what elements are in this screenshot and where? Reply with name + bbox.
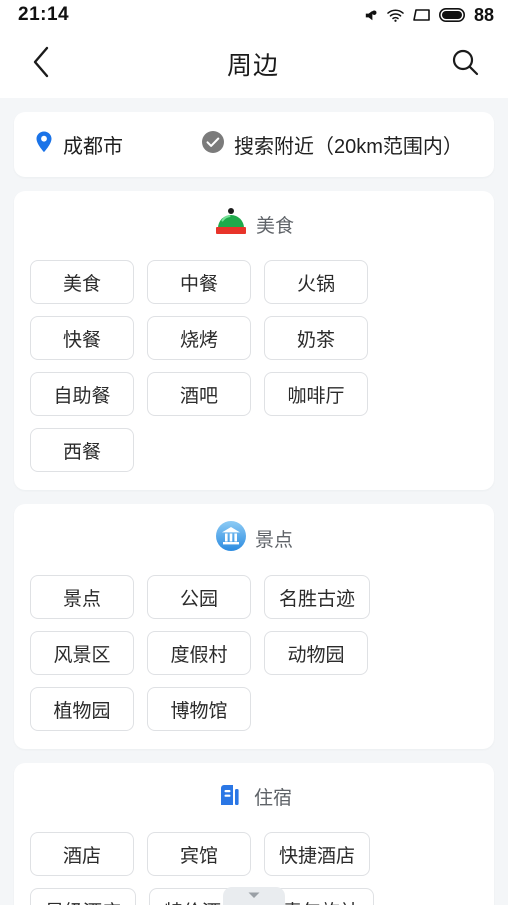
page-title: 周边 xyxy=(226,52,279,80)
city-selector[interactable]: 成都市 xyxy=(34,130,123,159)
tag-item[interactable]: 动物园 xyxy=(264,631,368,675)
tag-item[interactable]: 宾馆 xyxy=(147,832,251,876)
nearby-label: 搜索附近（20km范围内） xyxy=(234,136,463,158)
tag-item[interactable]: 景点 xyxy=(30,575,134,619)
tag-item[interactable]: 酒店 xyxy=(30,832,134,876)
wifi-icon xyxy=(386,8,405,23)
battery-icon xyxy=(438,8,465,22)
tag-item[interactable]: 风景区 xyxy=(30,631,134,675)
section-header-scenic: 景点 xyxy=(14,504,494,561)
tag-item[interactable]: 博物馆 xyxy=(147,687,251,731)
tag-item[interactable]: 酒吧 xyxy=(147,372,251,416)
tag-item[interactable]: 咖啡厅 xyxy=(264,372,368,416)
tag-item[interactable]: 公园 xyxy=(147,575,251,619)
check-circle-icon xyxy=(201,130,225,159)
tag-item[interactable]: 植物园 xyxy=(30,687,134,731)
section-card-scenic: 景点 景点 公园 名胜古迹 风景区 度假村 动物园 植物园 博物馆 xyxy=(14,504,494,749)
chevron-down-icon xyxy=(247,887,261,905)
mute-icon xyxy=(363,8,378,23)
tag-item[interactable]: 西餐 xyxy=(30,428,134,472)
tag-item[interactable]: 快捷酒店 xyxy=(264,832,371,876)
tag-list-scenic: 景点 公园 名胜古迹 风景区 度假村 动物园 植物园 博物馆 xyxy=(14,561,494,749)
tag-item[interactable]: 中餐 xyxy=(147,260,251,304)
tag-item[interactable]: 奶茶 xyxy=(264,316,368,360)
status-time: 21:14 xyxy=(18,4,70,25)
section-header-hotel: 住宿 xyxy=(14,763,494,818)
section-header-food: 美食 xyxy=(14,191,494,246)
scroll-down-hint[interactable] xyxy=(223,887,285,905)
city-name: 成都市 xyxy=(63,136,123,158)
tag-list-food: 美食 中餐 火锅 快餐 烧烤 奶茶 自助餐 酒吧 咖啡厅 西餐 xyxy=(14,246,494,490)
tag-item[interactable]: 名胜古迹 xyxy=(264,575,371,619)
hotel-icon xyxy=(216,779,246,814)
tag-item[interactable]: 星级酒店 xyxy=(30,888,137,905)
section-title: 美食 xyxy=(255,216,294,237)
museum-icon xyxy=(215,520,247,557)
content-scroll[interactable]: 成都市 搜索附近（20km范围内） 美食 美食 中餐 火锅 快餐 烧烤 奶茶 自… xyxy=(0,98,508,905)
location-row: 成都市 搜索附近（20km范围内） xyxy=(14,112,494,177)
section-card-food: 美食 美食 中餐 火锅 快餐 烧烤 奶茶 自助餐 酒吧 咖啡厅 西餐 xyxy=(14,191,494,490)
search-icon xyxy=(450,47,480,82)
chevron-left-icon xyxy=(30,45,52,84)
tag-item[interactable]: 烧烤 xyxy=(147,316,251,360)
phone-screen: 21:14 88 周边 成都市 搜索附近（20km范围内） 美食 美食 中餐 火… xyxy=(0,0,508,905)
search-button[interactable] xyxy=(444,43,486,85)
section-title: 住宿 xyxy=(253,788,292,809)
food-cloche-icon xyxy=(214,207,248,242)
sim-icon xyxy=(413,8,431,22)
status-icons: 88 xyxy=(363,5,494,26)
tag-item[interactable]: 度假村 xyxy=(147,631,251,675)
tag-item[interactable]: 美食 xyxy=(30,260,134,304)
nearby-toggle[interactable]: 搜索附近（20km范围内） xyxy=(201,130,463,159)
section-card-hotel: 住宿 酒店 宾馆 快捷酒店 星级酒店 特价酒店 青年旅社 公寓酒店 xyxy=(14,763,494,905)
section-title: 景点 xyxy=(254,530,293,551)
battery-percent: 88 xyxy=(473,4,494,25)
tag-item[interactable]: 火锅 xyxy=(264,260,368,304)
status-bar: 21:14 88 xyxy=(0,0,508,30)
location-pin-icon xyxy=(34,130,54,159)
tag-item[interactable]: 快餐 xyxy=(30,316,134,360)
nav-bar: 周边 xyxy=(0,30,508,98)
location-card: 成都市 搜索附近（20km范围内） xyxy=(14,112,494,177)
back-button[interactable] xyxy=(20,43,62,85)
tag-item[interactable]: 自助餐 xyxy=(30,372,134,416)
